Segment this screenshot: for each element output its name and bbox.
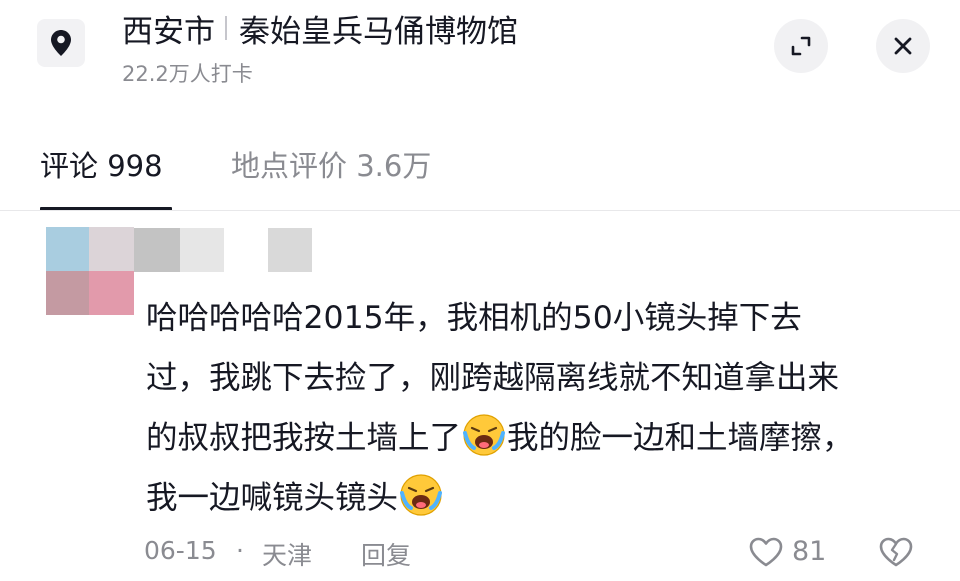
location-badge — [37, 19, 85, 67]
checkin-count: 22.2万人打卡 — [122, 62, 253, 86]
dislike-button[interactable] — [878, 536, 914, 572]
place-name: 秦始皇兵马俑博物馆 — [239, 13, 518, 50]
tab-place-reviews[interactable]: 地点评价 3.6万 — [231, 143, 431, 185]
tab-comments[interactable]: 评论 998 — [40, 143, 163, 185]
comment-line: 的叔叔把我按土墙上了 我的脸一边和土墙摩擦， — [146, 408, 926, 468]
close-icon — [894, 37, 912, 55]
expand-icon — [791, 36, 811, 56]
comment-text: 哈哈哈哈哈2015年，我相机的50小镜头掉下去 过，我跳下去捡了，刚跨越隔离线就… — [146, 288, 926, 528]
title-separator — [225, 16, 227, 40]
like-button[interactable] — [748, 536, 784, 572]
map-pin-icon — [51, 30, 71, 56]
broken-heart-icon — [879, 537, 913, 567]
blurred-username[interactable] — [134, 228, 314, 272]
city-name: 西安市 — [122, 13, 215, 50]
comment-location: 天津 — [262, 541, 313, 570]
heart-icon — [749, 537, 783, 567]
comment-date: 06-15 — [144, 536, 217, 565]
comment-line: 我一边喊镜头镜头 — [146, 468, 926, 528]
comment-segment: 我一边喊镜头镜头 — [146, 480, 399, 516]
comment-line: 哈哈哈哈哈2015年，我相机的50小镜头掉下去 — [146, 300, 802, 336]
close-button[interactable] — [876, 19, 930, 73]
place-title[interactable]: 西安市 秦始皇兵马俑博物馆 — [122, 6, 518, 50]
commenter-avatar[interactable] — [46, 227, 136, 315]
expand-button[interactable] — [774, 19, 828, 73]
laugh-cry-emoji-icon — [463, 414, 506, 456]
meta-separator: · — [236, 536, 244, 565]
reply-button[interactable]: 回复 — [361, 536, 411, 572]
comment-line: 过，我跳下去捡了，刚跨越隔离线就不知道拿出来 — [146, 360, 840, 396]
laugh-cry-emoji-icon — [400, 474, 443, 516]
tabs-divider — [0, 210, 960, 211]
comment-segment: 我的脸一边和土墙摩擦， — [507, 420, 854, 456]
like-count: 81 — [792, 536, 827, 567]
comment-segment: 的叔叔把我按土墙上了 — [146, 420, 462, 456]
